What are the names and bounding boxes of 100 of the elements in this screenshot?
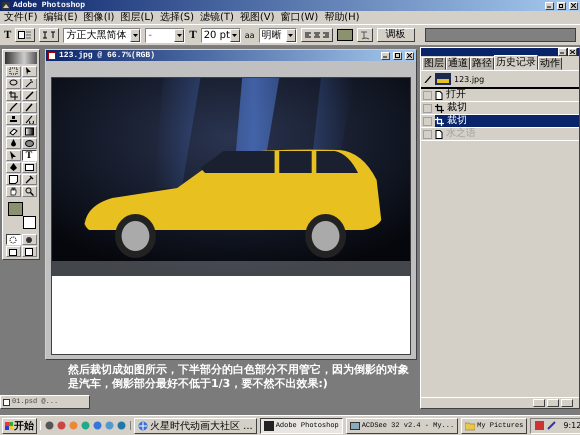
menu-item[interactable]: 窗口(W)	[280, 11, 318, 24]
document-title: 123.jpg @ 66.7%(RGB)	[59, 50, 156, 61]
arrow-cursor-icon	[24, 67, 34, 76]
window-title: Adobe Photoshop	[13, 0, 86, 11]
minimize-button[interactable]	[545, 2, 554, 10]
history-step[interactable]: 裁切	[435, 115, 579, 127]
close-button[interactable]	[568, 48, 577, 56]
hand-icon	[8, 187, 18, 196]
background-color-swatch[interactable]	[23, 216, 36, 229]
caption-text: 然后裁切成如图所示，下半部分的白色部分不用管它，因为倒影的对象是汽车，倒影部分最好不低于1/3，要不然不出效果:)	[68, 363, 410, 391]
magic-wand-icon	[24, 79, 34, 88]
pen-nib-icon	[8, 163, 18, 172]
align-buttons[interactable]	[300, 28, 332, 42]
close-button[interactable]	[569, 2, 578, 10]
tool-button[interactable]	[22, 90, 36, 101]
maximize-button[interactable]	[393, 52, 402, 60]
tool-button[interactable]	[6, 114, 20, 125]
taskbar-button[interactable]: 火星时代动画大社区 ...	[134, 418, 257, 434]
tool-button[interactable]	[6, 102, 20, 113]
eyedropper-icon	[24, 175, 34, 184]
tool-button[interactable]	[6, 90, 20, 101]
crop-icon	[8, 91, 18, 100]
screen-mode-button[interactable]	[6, 246, 20, 257]
eraser-icon	[8, 127, 18, 136]
full-screen-button[interactable]	[22, 246, 36, 257]
minimize-icon	[560, 50, 565, 54]
font-style-dropdown[interactable]: -	[145, 28, 186, 42]
dashed-circle-icon	[9, 236, 17, 244]
delete-button[interactable]	[561, 399, 573, 407]
gradient-icon	[24, 127, 34, 136]
close-icon	[571, 3, 576, 8]
stamp-icon	[8, 115, 18, 124]
tool-button[interactable]	[22, 102, 36, 113]
panel-tab[interactable]: 动作	[538, 57, 562, 70]
start-button[interactable]: 开始	[2, 418, 37, 434]
history-step[interactable]: 打开	[435, 89, 579, 101]
tool-button[interactable]	[22, 186, 36, 197]
quick-mask-button[interactable]	[22, 234, 36, 245]
font-size-label: T	[189, 29, 197, 41]
tool-button[interactable]	[6, 126, 20, 137]
menu-item[interactable]: 滤镜(T)	[200, 11, 234, 24]
minimize-button[interactable]	[558, 48, 567, 56]
panel-tab[interactable]: 图层	[422, 57, 446, 70]
menu-item[interactable]: 帮助(H)	[324, 11, 360, 24]
new-document-button[interactable]	[533, 399, 545, 407]
close-icon	[407, 53, 412, 58]
magnifier-icon	[24, 187, 34, 196]
tool-button[interactable]	[6, 162, 20, 173]
align-icon	[304, 31, 330, 39]
tool-button[interactable]	[22, 114, 36, 125]
text-color-swatch[interactable]	[336, 29, 352, 41]
tool-button[interactable]	[6, 150, 20, 161]
tool-button[interactable]	[6, 66, 20, 77]
menu-item[interactable]: 图像(I)	[84, 11, 114, 24]
menu-item[interactable]: 选择(S)	[160, 11, 194, 24]
tool-button[interactable]	[22, 162, 36, 173]
type-mode-icon	[18, 31, 32, 39]
menu-item[interactable]: 文件(F)	[4, 11, 38, 24]
standard-mode-button[interactable]	[6, 234, 20, 245]
brush-icon	[8, 103, 18, 112]
menu-item[interactable]: 编辑(E)	[44, 11, 78, 24]
type-mask-button[interactable]	[39, 28, 60, 42]
menu-item[interactable]: 视图(V)	[240, 11, 275, 24]
maximize-icon	[395, 53, 400, 58]
tool-button[interactable]	[6, 174, 20, 185]
font-family-dropdown[interactable]: 方正大黑简体	[63, 28, 142, 42]
font-size-dropdown[interactable]: 20 pt	[200, 28, 241, 42]
minimize-button[interactable]	[381, 52, 390, 60]
close-button[interactable]	[405, 52, 414, 60]
foreground-color-swatch[interactable]	[8, 202, 23, 216]
menu-item[interactable]: 图层(L)	[120, 11, 154, 24]
palette-button[interactable]: 调板	[376, 28, 414, 42]
horizontal-type-button[interactable]	[15, 28, 36, 42]
caret-icon	[288, 34, 293, 36]
warp-text-button[interactable]	[356, 28, 372, 42]
tool-button[interactable]	[22, 174, 36, 185]
restore-button[interactable]	[557, 2, 566, 10]
new-snapshot-button[interactable]	[547, 399, 559, 407]
panel-tab[interactable]: 通道	[446, 57, 470, 70]
document-icon	[3, 398, 10, 406]
warp-text-icon	[360, 30, 370, 40]
tool-button[interactable]: T	[22, 150, 36, 161]
dashed-square-icon	[8, 67, 18, 76]
antialias-dropdown[interactable]: 明晰	[258, 28, 296, 42]
tool-button[interactable]	[6, 78, 20, 89]
knife-icon	[24, 91, 34, 100]
panel-tab[interactable]: 历史记录	[494, 55, 538, 70]
rectangle-icon	[24, 163, 34, 172]
history-brush-icon	[424, 75, 432, 83]
tool-button[interactable]	[22, 66, 36, 77]
history-step[interactable]: 裁切	[435, 102, 579, 114]
tool-button[interactable]	[22, 78, 36, 89]
tool-button[interactable]	[6, 138, 20, 149]
restore-icon	[559, 3, 564, 8]
caret-icon	[176, 34, 182, 36]
panel-tab[interactable]: 路径	[470, 57, 494, 70]
tool-button[interactable]	[22, 138, 36, 149]
type-tool-preset[interactable]: T	[4, 29, 12, 41]
tool-button[interactable]	[22, 126, 36, 137]
tool-button[interactable]	[6, 186, 20, 197]
